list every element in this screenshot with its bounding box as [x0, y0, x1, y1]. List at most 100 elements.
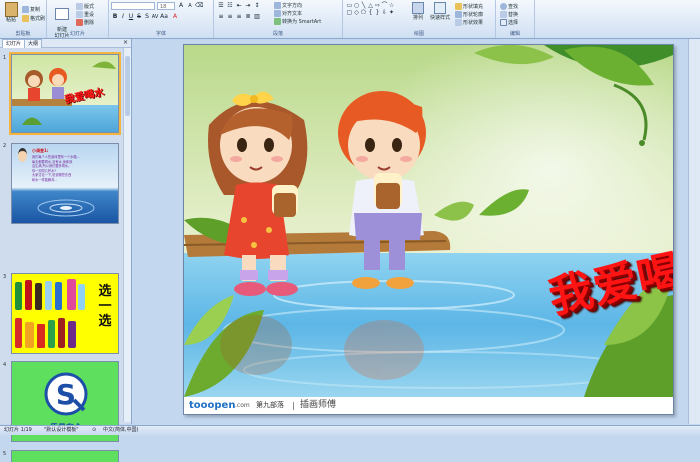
outline-icon	[455, 11, 462, 18]
align-center-icon[interactable]: ≡	[226, 13, 234, 21]
quick-styles-button[interactable]: 快速样式	[429, 2, 451, 21]
arrange-button[interactable]: 排列	[409, 2, 427, 21]
format-painter-button[interactable]: 格式刷	[22, 15, 45, 22]
fill-icon	[455, 3, 462, 10]
slide-canvas[interactable]: 我爱喝水 tooopen .com 第九部落 | 插画师傅	[183, 44, 674, 415]
teacher-avatar	[18, 148, 27, 162]
select-button[interactable]: 选择	[500, 19, 518, 26]
shapes-gallery[interactable]: ▭ ○ ╲ △ ⇨⌒☆ ▢ ◇ ⬠{} ⇩ ✦	[346, 2, 402, 16]
align-text-label: 对齐文本	[282, 11, 303, 17]
slides-group: 新建 幻灯片 版式 重设 删除 幻灯片	[47, 0, 109, 39]
effects-icon	[455, 19, 462, 26]
select-label: 选择	[508, 20, 519, 26]
ribbon: 粘贴 复制 格式刷 剪贴板 新建 幻灯片 版式 重设 删除 幻灯片 18 A A…	[0, 0, 700, 39]
copy-icon	[22, 6, 29, 13]
slide-2-line: 和水一样能解渴...	[32, 177, 58, 182]
shrink-font-icon[interactable]: A	[186, 2, 194, 10]
grow-font-icon[interactable]: A	[177, 2, 185, 10]
brush-icon	[22, 15, 29, 22]
align-right-icon[interactable]: ≡	[235, 13, 243, 21]
increase-indent-icon[interactable]: ⇥	[244, 2, 252, 10]
paste-label: 粘贴	[5, 17, 16, 23]
shape-outline-label: 形状轮廓	[463, 12, 484, 18]
reset-button[interactable]: 重设	[76, 11, 94, 18]
reset-label: 重设	[84, 12, 95, 18]
copy-button[interactable]: 复制	[22, 6, 40, 13]
change-case-icon[interactable]: Aa	[160, 13, 168, 21]
tab-outline[interactable]: 大纲	[24, 39, 43, 48]
font-name-input[interactable]	[111, 2, 155, 10]
decrease-indent-icon[interactable]: ⇤	[235, 2, 243, 10]
underline-icon[interactable]: U	[127, 13, 135, 21]
quick-styles-label: 快速样式	[429, 15, 450, 21]
slide-thumb-2[interactable]: 小调查1: 我们每个人的身体里有一个水箱... 每天都要喝水,没有水,身体就 会…	[11, 143, 119, 224]
layout-icon	[76, 3, 83, 10]
delete-icon	[76, 19, 83, 26]
select-icon	[500, 19, 507, 26]
layout-label: 版式	[84, 4, 95, 10]
paragraph-group-label: 段落	[272, 31, 283, 37]
credit-domain: .com	[235, 402, 250, 409]
columns-icon[interactable]: ▥	[253, 13, 261, 21]
layout-button[interactable]: 版式	[76, 3, 94, 10]
close-icon[interactable]: ×	[123, 39, 128, 47]
quick-styles-icon	[434, 2, 446, 14]
numbering-icon[interactable]: ☷	[226, 2, 234, 10]
arrange-label: 排列	[412, 15, 423, 21]
shape-outline-button[interactable]: 形状轮廓	[455, 11, 483, 18]
credit-brand: tooopen	[189, 400, 236, 411]
shadow-icon[interactable]: S	[143, 13, 151, 21]
char-spacing-icon[interactable]: AV	[151, 13, 159, 21]
slide-2-heading: 小调查1:	[32, 148, 49, 153]
new-slide-icon	[55, 8, 69, 20]
slides-pane-scrollbar[interactable]	[123, 48, 131, 422]
shape-fill-button[interactable]: 形状填充	[455, 3, 483, 10]
qs-logo: S	[44, 372, 88, 416]
shape-effects-label: 形状效果	[463, 20, 484, 26]
slide-number: 5	[3, 451, 7, 457]
clipboard-icon	[4, 2, 18, 17]
italic-icon[interactable]: I	[119, 13, 127, 21]
bullets-icon[interactable]: ☰	[217, 2, 225, 10]
pane-tabs: 幻灯片 大纲 ×	[0, 39, 131, 48]
strikethrough-icon[interactable]: S	[135, 13, 143, 21]
clear-format-icon[interactable]: ⌫	[195, 2, 203, 10]
smartart-button[interactable]: 转换为 SmartArt	[274, 18, 321, 25]
slide-thumb-3[interactable]: 选 一 选	[11, 273, 119, 354]
find-button[interactable]: 查找	[500, 3, 518, 10]
slide-thumb-1[interactable]: 我爱喝水	[9, 52, 121, 135]
drawing-group: ▭ ○ ╲ △ ⇨⌒☆ ▢ ◇ ⬠{} ⇩ ✦ 排列 快速样式 形状填充 形状轮廓 形状效果 绘…	[343, 0, 496, 38]
clipboard-group-label: 剪贴板	[15, 31, 31, 37]
replace-icon	[500, 11, 507, 18]
line-spacing-icon[interactable]: ↕	[253, 2, 261, 10]
smartart-icon	[274, 18, 281, 25]
text-direction-button[interactable]: 文字方向	[274, 2, 302, 9]
replace-button[interactable]: 替换	[500, 11, 518, 18]
delete-slide-button[interactable]: 删除	[76, 19, 94, 26]
clipboard-group: 粘贴 复制 格式刷 剪贴板	[0, 0, 47, 38]
slide-number: 3	[3, 274, 7, 280]
image-credit: tooopen .com 第九部落 | 插画师傅	[184, 397, 673, 414]
slide-scrollbar[interactable]	[688, 39, 700, 424]
editing-group: 查找 替换 选择 编辑	[496, 0, 535, 38]
justify-icon[interactable]: ≣	[244, 13, 252, 21]
slide-number: 1	[3, 55, 7, 61]
editing-group-label: 编辑	[509, 31, 520, 37]
slide-thumb-5[interactable]	[11, 450, 119, 462]
align-text-icon	[274, 10, 281, 17]
align-text-button[interactable]: 对齐文本	[274, 10, 302, 17]
water-ripple-image	[37, 199, 95, 217]
replace-label: 替换	[508, 12, 519, 18]
font-color-icon[interactable]: A	[171, 13, 179, 21]
text-direction-icon	[274, 2, 281, 9]
bold-icon[interactable]: B	[111, 13, 119, 21]
paste-button[interactable]: 粘贴	[4, 2, 18, 23]
align-left-icon[interactable]: ≡	[217, 13, 225, 21]
slide-3-char: 选	[98, 314, 112, 329]
slide-3-char: 一	[98, 299, 112, 314]
font-size-input[interactable]: 18	[157, 2, 175, 10]
tab-slides[interactable]: 幻灯片	[2, 39, 26, 48]
scrollbar-thumb[interactable]	[125, 56, 130, 116]
credit-divider: |	[292, 401, 295, 410]
shape-effects-button[interactable]: 形状效果	[455, 19, 483, 26]
